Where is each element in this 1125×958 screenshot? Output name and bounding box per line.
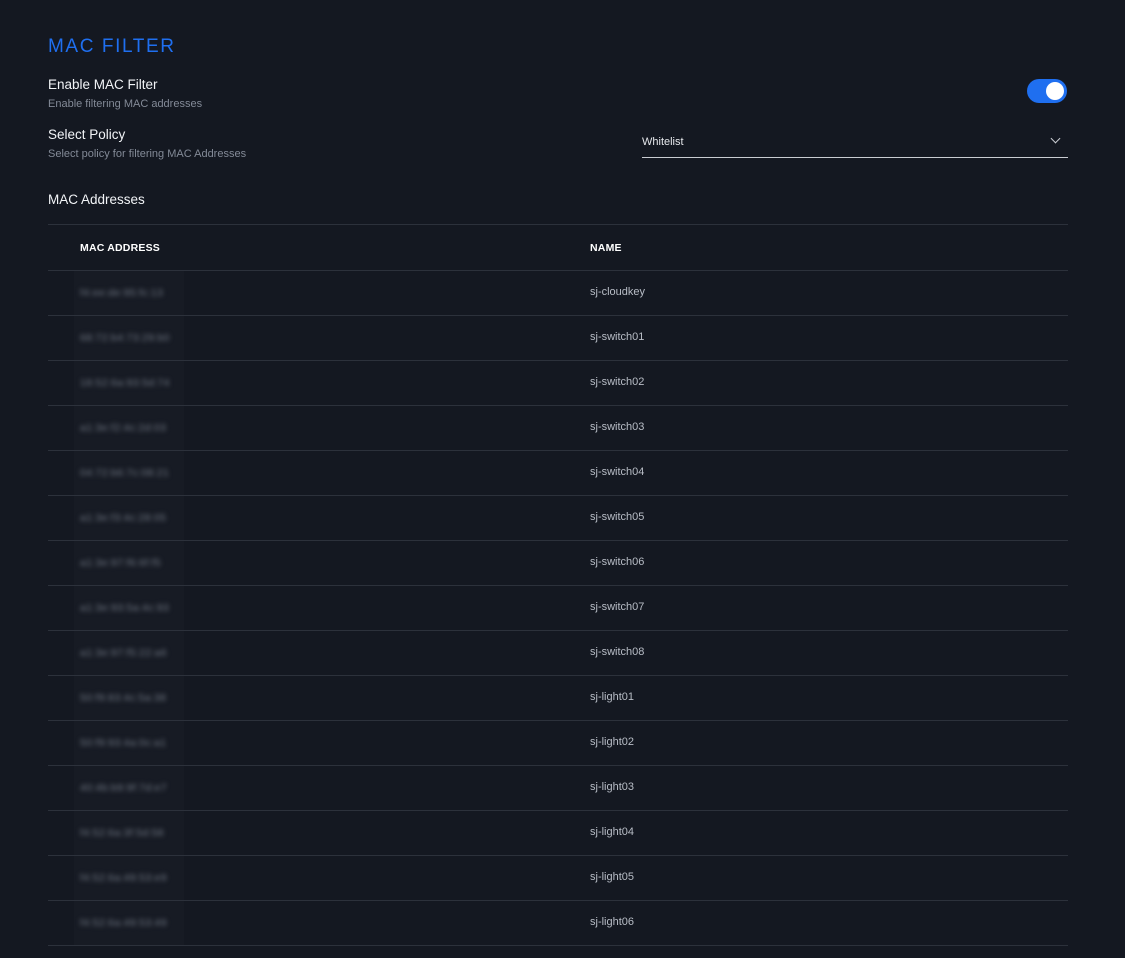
mac-address-cell: 68:72:b4:73:29:b0	[80, 332, 170, 344]
name-cell: sj-cloudkey	[590, 286, 646, 298]
mac-address-cell: 04:72:b6:7c:08:21	[80, 467, 170, 479]
mac-address-cell: 50:f9:93:4a:0c:a1	[80, 737, 167, 749]
table-row[interactable]: 68:72:b4:73:29:b0 sj-switch01	[48, 316, 1068, 361]
section-title: MAC FILTER	[48, 36, 176, 57]
mac-address-cell: 18:52:6a:93:5d:74	[80, 377, 170, 389]
enable-mac-filter-label: Enable MAC Filter	[48, 77, 158, 92]
column-header-mac-address[interactable]: MAC ADDRESS	[80, 242, 160, 254]
table-row[interactable]: 50:f9:93:4a:0c:a1 sj-light02	[48, 721, 1068, 766]
table-row[interactable]: a1:3e:97:f5:22:a6 sj-switch08	[48, 631, 1068, 676]
name-cell: sj-light06	[590, 916, 635, 928]
mac-address-cell: a1:3e:97:f6:6f:f5	[80, 557, 161, 569]
mac-address-cell: 50:f9:83:4c:5a:38	[80, 692, 167, 704]
mac-address-cell: 40:4b:b9:9f:7d:e7	[80, 782, 167, 794]
select-policy-row: Select Policy Select policy for filterin…	[48, 126, 1068, 166]
mac-address-cell: a1:3e:93:5a:4c:93	[80, 602, 170, 614]
table-row[interactable]: a1:3e:f3:4c:28:05 sj-switch05	[48, 496, 1068, 541]
mac-address-cell: f4:52:6a:49:53:e9	[80, 872, 167, 884]
policy-select-value: Whitelist	[642, 136, 684, 148]
table-row[interactable]: f4:ee:de:95:fc:13 sj-cloudkey	[48, 271, 1068, 316]
table-row[interactable]: a1:3e:f2:4c:2d:03 sj-switch03	[48, 406, 1068, 451]
enable-mac-filter-description: Enable filtering MAC addresses	[48, 98, 203, 110]
name-cell: sj-switch05	[590, 511, 645, 523]
name-cell: sj-switch02	[590, 376, 645, 388]
table-row[interactable]: f4:52:6a:3f:5d:58 sj-light04	[48, 811, 1068, 856]
mac-address-cell: a1:3e:f3:4c:28:05	[80, 512, 167, 524]
enable-mac-filter-row: Enable MAC Filter Enable filtering MAC a…	[48, 76, 1068, 116]
mac-address-cell: a1:3e:f2:4c:2d:03	[80, 422, 167, 434]
enable-mac-filter-toggle[interactable]	[1027, 79, 1067, 103]
mac-address-cell: f4:52:6a:3f:5d:58	[80, 827, 164, 839]
name-cell: sj-light03	[590, 781, 635, 793]
mac-address-cell: f4:ee:de:95:fc:13	[80, 287, 164, 299]
table-row[interactable]: 18:52:6a:93:5d:74 sj-switch02	[48, 361, 1068, 406]
mac-filter-page: MAC FILTER Enable MAC Filter Enable filt…	[0, 0, 1125, 958]
mac-address-cell: f4:52:6a:49:53:49	[80, 917, 167, 929]
policy-select[interactable]: Whitelist	[642, 130, 1068, 158]
chevron-down-icon	[1050, 133, 1061, 144]
name-cell: sj-switch03	[590, 421, 645, 433]
table-body: f4:ee:de:95:fc:13 sj-cloudkey 68:72:b4:73:…	[48, 271, 1068, 946]
table-header: MAC ADDRESS NAME	[48, 224, 1068, 271]
table-row[interactable]: f4:52:6a:49:53:49 sj-light06	[48, 901, 1068, 946]
mac-address-cell: a1:3e:97:f5:22:a6	[80, 647, 167, 659]
table-row[interactable]: a1:3e:97:f6:6f:f5 sj-switch06	[48, 541, 1068, 586]
name-cell: sj-light05	[590, 871, 635, 883]
toggle-knob	[1046, 82, 1064, 100]
column-header-name[interactable]: NAME	[590, 242, 622, 254]
table-row[interactable]: a1:3e:93:5a:4c:93 sj-switch07	[48, 586, 1068, 631]
table-row[interactable]: 04:72:b6:7c:08:21 sj-switch04	[48, 451, 1068, 496]
name-cell: sj-switch01	[590, 331, 645, 343]
name-cell: sj-switch08	[590, 646, 645, 658]
name-cell: sj-light01	[590, 691, 635, 703]
table-row[interactable]: 50:f9:83:4c:5a:38 sj-light01	[48, 676, 1068, 721]
name-cell: sj-light04	[590, 826, 635, 838]
mac-addresses-table: MAC ADDRESS NAME f4:ee:de:95:fc:13 sj-clo…	[48, 224, 1068, 946]
mac-addresses-title: MAC Addresses	[48, 192, 145, 207]
name-cell: sj-switch04	[590, 466, 645, 478]
name-cell: sj-switch06	[590, 556, 645, 568]
name-cell: sj-switch07	[590, 601, 645, 613]
table-row[interactable]: f4:52:6a:49:53:e9 sj-light05	[48, 856, 1068, 901]
table-row[interactable]: 40:4b:b9:9f:7d:e7 sj-light03	[48, 766, 1068, 811]
name-cell: sj-light02	[590, 736, 635, 748]
